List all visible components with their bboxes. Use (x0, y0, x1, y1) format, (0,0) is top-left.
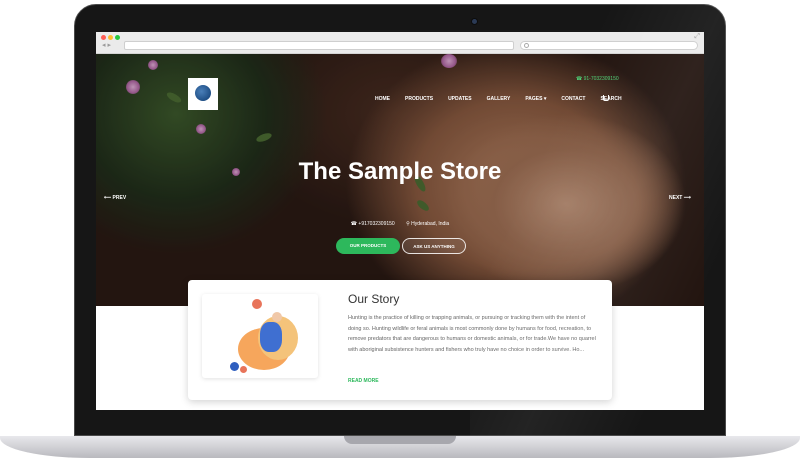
address-bar[interactable] (124, 41, 514, 50)
nav-updates[interactable]: UPDATES (448, 96, 472, 102)
expand-icon[interactable]: ⤢ (694, 33, 700, 41)
laptop-mockup: ◂ ▸ ⤢ ☎ 91-7032309150 HOME PRODUCTS UPDA… (0, 0, 800, 462)
hero-phone[interactable]: ☎ +917032309150 (351, 221, 395, 227)
hero-title: The Sample Store (298, 158, 502, 185)
webcam-icon (471, 18, 478, 25)
story-title: Our Story (348, 292, 400, 306)
story-illustration (202, 294, 318, 378)
hero-section: ☎ 91-7032309150 HOME PRODUCTS UPDATES GA… (96, 54, 704, 306)
nav-products[interactable]: PRODUCTS (405, 96, 433, 102)
cart-icon[interactable] (603, 95, 609, 101)
browser-search-field[interactable] (520, 41, 698, 50)
illustration-ball (240, 366, 247, 373)
search-icon (524, 43, 529, 48)
our-products-button[interactable]: OUR PRODUCTS (336, 238, 400, 254)
main-nav: HOME PRODUCTS UPDATES GALLERY PAGES ▾ CO… (375, 96, 637, 102)
illustration-ball (230, 362, 239, 371)
nav-pages[interactable]: PAGES ▾ (525, 96, 546, 102)
laptop-notch (344, 436, 456, 444)
top-phone-number[interactable]: ☎ 91-7032309150 (576, 76, 619, 82)
site-logo[interactable] (188, 78, 218, 110)
laptop-screen: ◂ ▸ ⤢ ☎ 91-7032309150 HOME PRODUCTS UPDA… (96, 32, 704, 410)
slider-prev-button[interactable]: ⟵ PREV (104, 195, 126, 201)
nav-contact[interactable]: CONTACT (561, 96, 585, 102)
hero-location: ⚲ Hyderabad, India (406, 221, 450, 227)
nav-gallery[interactable]: GALLERY (487, 96, 511, 102)
hero-contact-row: ☎ +917032309150 ⚲ Hyderabad, India (96, 221, 704, 227)
story-card: Our Story Hunting is the practice of kil… (188, 280, 612, 400)
illustration-figure (260, 322, 282, 352)
maximize-window-icon[interactable] (115, 35, 120, 40)
story-text: Hunting is the practice of killing or tr… (348, 315, 596, 353)
illustration-ball (252, 299, 262, 309)
read-more-link[interactable]: READ MORE (348, 378, 379, 384)
logo-icon (195, 85, 211, 101)
slider-next-button[interactable]: NEXT ⟶ (669, 195, 691, 201)
nav-home[interactable]: HOME (375, 96, 390, 102)
browser-chrome: ◂ ▸ ⤢ (96, 32, 704, 54)
close-window-icon[interactable] (101, 35, 106, 40)
illustration-head (272, 312, 282, 322)
ask-us-anything-button[interactable]: ASK US ANYTHING (402, 238, 466, 254)
back-forward-icon[interactable]: ◂ ▸ (102, 42, 111, 50)
minimize-window-icon[interactable] (108, 35, 113, 40)
